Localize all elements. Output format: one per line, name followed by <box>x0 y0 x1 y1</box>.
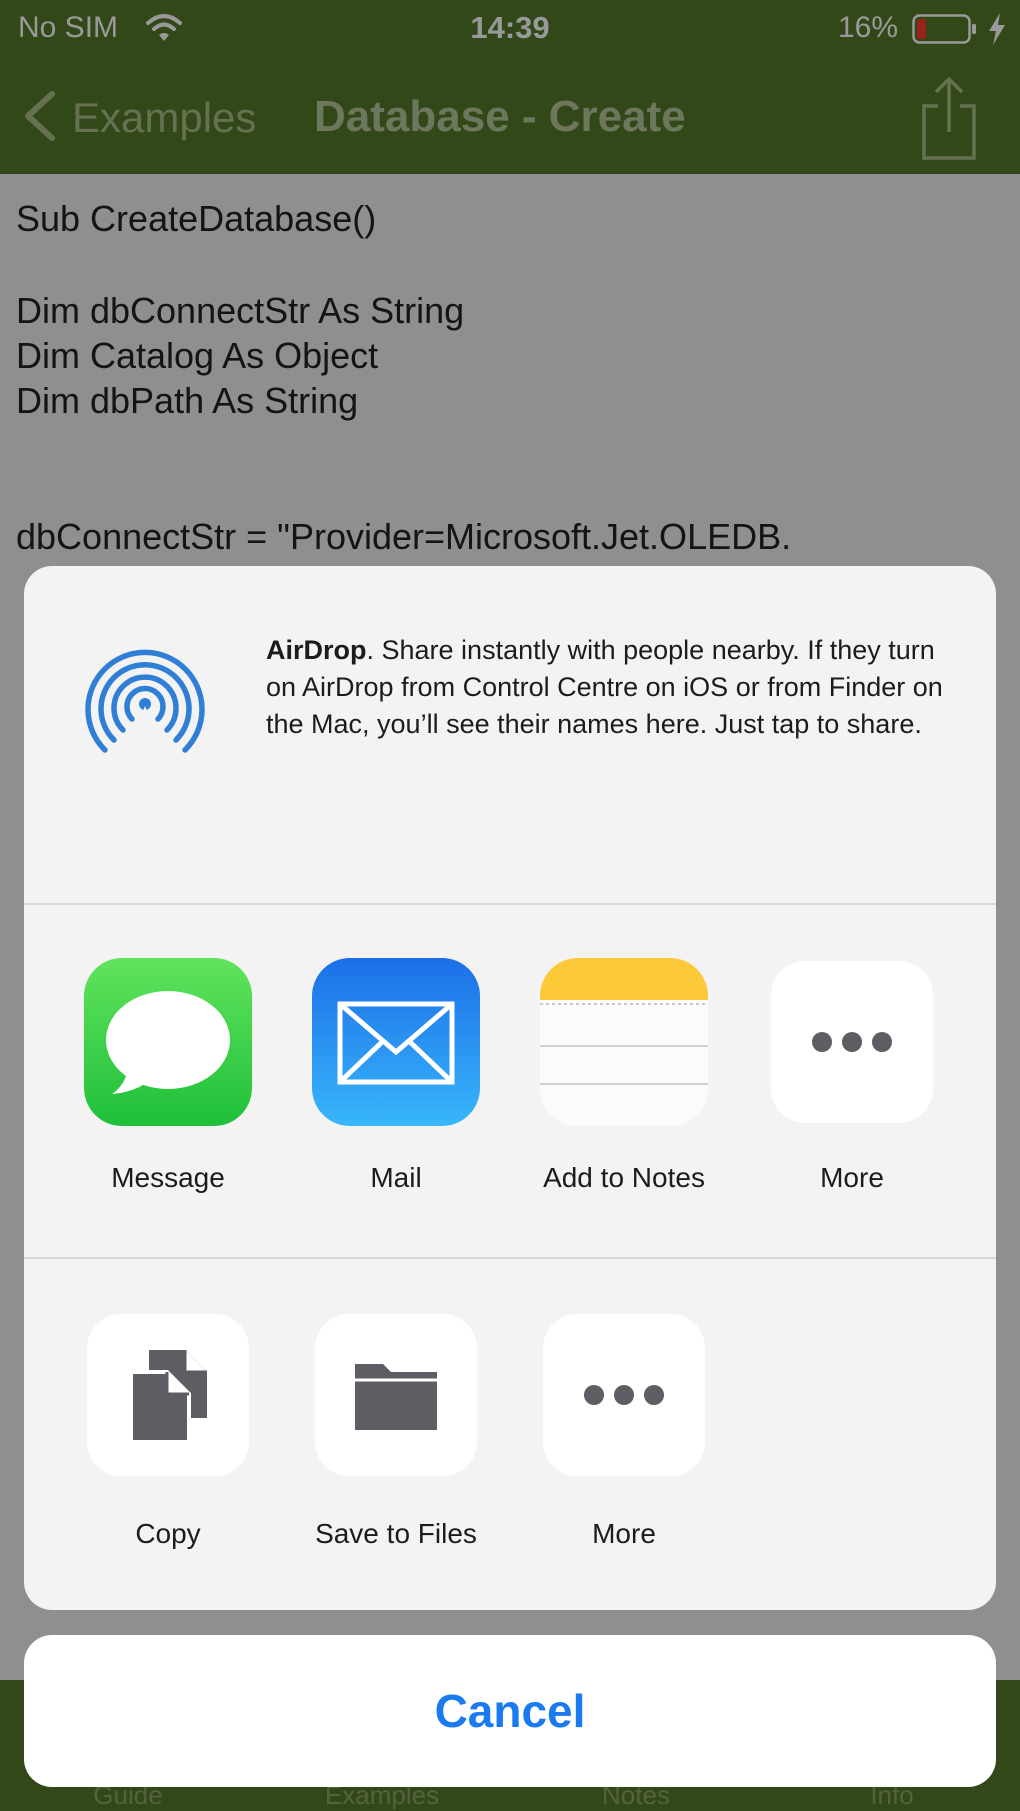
cancel-button[interactable]: Cancel <box>24 1635 996 1787</box>
share-action-copy[interactable]: Copy <box>54 1314 282 1550</box>
share-sheet: AirDrop. Share instantly with people nea… <box>24 566 996 1610</box>
folder-icon <box>315 1314 477 1476</box>
action-label: Save to Files <box>315 1518 477 1549</box>
copy-icon <box>87 1314 249 1476</box>
app-label: More <box>820 1162 884 1193</box>
share-app-mail[interactable]: Mail <box>282 958 510 1194</box>
divider <box>24 1257 996 1259</box>
airdrop-body: . Share instantly with people nearby. If… <box>266 635 943 739</box>
more-icon <box>543 1314 705 1476</box>
app-label: Add to Notes <box>543 1162 705 1193</box>
airdrop-title: AirDrop <box>266 635 367 665</box>
divider <box>24 903 996 905</box>
app-label: Mail <box>370 1162 422 1193</box>
share-action-save-to-files[interactable]: Save to Files <box>282 1314 510 1550</box>
share-app-message[interactable]: Message <box>54 958 282 1194</box>
messages-icon <box>84 958 252 1126</box>
action-label: Copy <box>135 1518 201 1549</box>
app-label: Message <box>111 1162 225 1193</box>
more-icon <box>771 961 933 1123</box>
action-label: More <box>592 1518 656 1549</box>
airdrop-icon <box>85 649 205 766</box>
share-action-more[interactable]: More <box>510 1314 738 1550</box>
notes-icon <box>540 958 708 1126</box>
share-app-notes[interactable]: Add to Notes <box>510 958 738 1194</box>
mail-icon <box>312 958 480 1126</box>
airdrop-description: AirDrop. Share instantly with people nea… <box>266 632 956 743</box>
share-app-more[interactable]: More <box>738 958 966 1194</box>
